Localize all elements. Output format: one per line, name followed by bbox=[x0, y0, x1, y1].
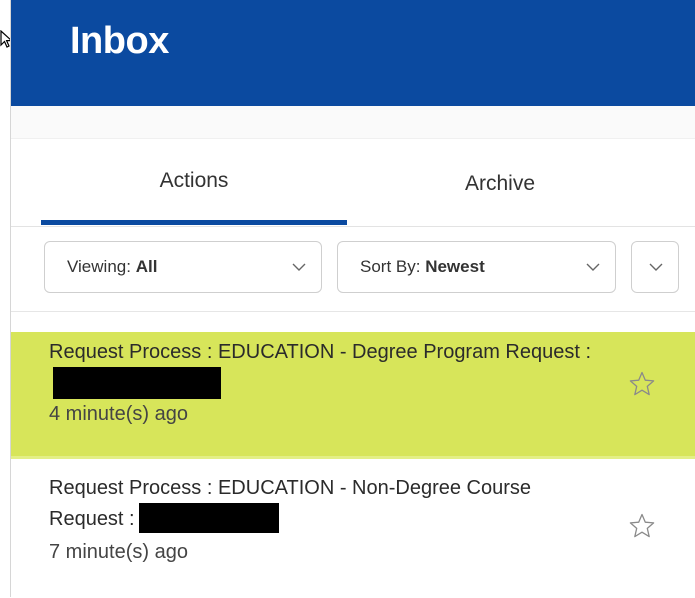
chevron-down-icon bbox=[292, 263, 306, 271]
item-timestamp: 7 minute(s) ago bbox=[49, 541, 188, 563]
active-tab-indicator bbox=[41, 220, 347, 225]
sort-by-label: Sort By: bbox=[360, 257, 421, 276]
item-title: Request Process : EDUCATION - Degree Pro… bbox=[49, 337, 609, 400]
redacted-block bbox=[53, 367, 221, 399]
inbox-list: Request Process : EDUCATION - Degree Pro… bbox=[11, 311, 695, 598]
item-timestamp: 4 minute(s) ago bbox=[49, 403, 188, 425]
sort-by-dropdown[interactable]: Sort By: Newest bbox=[337, 241, 616, 293]
inbox-tabs: Actions Archive bbox=[11, 140, 695, 227]
redacted-block bbox=[138, 503, 279, 533]
page-title: Inbox bbox=[70, 20, 169, 62]
filter-bar: Viewing: All Sort By: Newest bbox=[11, 227, 695, 311]
item-title: Request Process : EDUCATION - Non-Degree… bbox=[49, 473, 609, 534]
list-item[interactable]: Request Process : EDUCATION - Non-Degree… bbox=[11, 468, 695, 598]
tab-actions[interactable]: Actions bbox=[41, 140, 347, 226]
chevron-down-icon bbox=[586, 263, 600, 271]
header-spacer bbox=[11, 106, 695, 139]
tab-archive[interactable]: Archive bbox=[347, 140, 653, 226]
inbox-header: Inbox bbox=[11, 0, 695, 106]
chevron-down-icon bbox=[649, 263, 663, 271]
sort-by-value: Newest bbox=[425, 257, 485, 276]
star-icon[interactable] bbox=[628, 370, 656, 398]
more-filters-dropdown[interactable] bbox=[631, 241, 679, 293]
tab-actions-label: Actions bbox=[159, 169, 229, 192]
viewing-filter-dropdown[interactable]: Viewing: All bbox=[44, 241, 322, 293]
star-icon[interactable] bbox=[628, 512, 656, 540]
viewing-filter-label: Viewing: bbox=[67, 257, 131, 276]
tab-archive-label: Archive bbox=[464, 172, 536, 195]
item-title-text: Request Process : EDUCATION - Non-Degree… bbox=[49, 477, 532, 530]
item-title-text: Request Process : EDUCATION - Degree Pro… bbox=[49, 341, 592, 363]
inbox-panel: Inbox Actions Archive Viewing: All Sort … bbox=[10, 0, 695, 598]
viewing-filter-value: All bbox=[135, 257, 158, 276]
list-item[interactable]: Request Process : EDUCATION - Degree Pro… bbox=[11, 332, 695, 459]
